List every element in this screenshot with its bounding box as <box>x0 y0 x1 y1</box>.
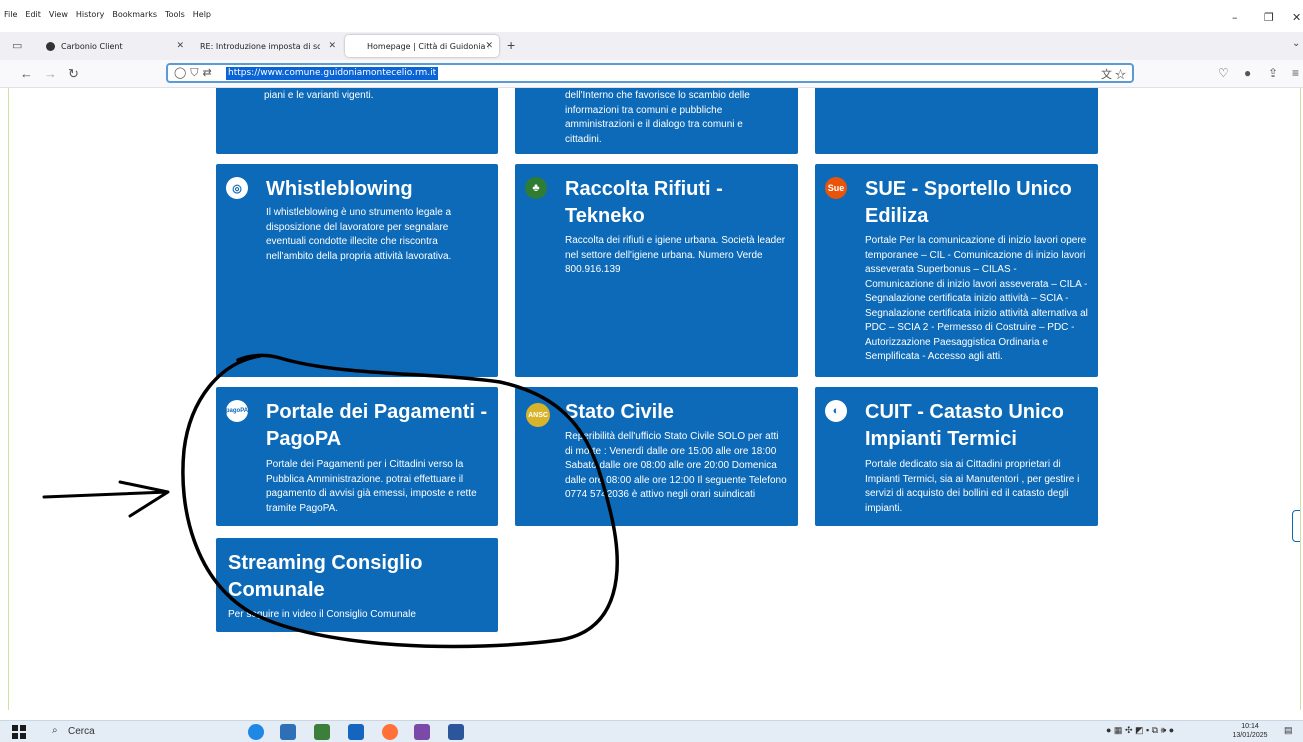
clock-time: 10:14 <box>1241 723 1259 730</box>
account-icon[interactable]: ● <box>1244 66 1251 80</box>
card-stato-civile[interactable]: ANSC Stato Civile Reperibilità dell'uffi… <box>515 387 798 526</box>
card-text: Portale dei Pagamenti per i Cittadini ve… <box>266 459 477 514</box>
cuit-icon: ◐ <box>825 400 847 422</box>
card-title: Portale dei Pagamenti - PagoPA <box>266 401 488 450</box>
tab-list-icon[interactable]: ▭ <box>12 39 22 52</box>
new-tab-icon[interactable]: + <box>507 37 515 53</box>
menu-help[interactable]: Help <box>193 10 211 19</box>
card-text: Raccolta dei rifiuti e igiene urbana. So… <box>565 235 786 275</box>
menu-tools[interactable]: Tools <box>165 10 185 19</box>
menu-view[interactable]: View <box>49 10 68 19</box>
card-text: Reperibilità dell'ufficio Stato Civile S… <box>565 431 787 500</box>
pagopa-logo-icon: pagoPA <box>226 400 248 422</box>
translate-bookmark-icons[interactable]: 文 ☆ <box>1101 66 1126 82</box>
restore-icon[interactable]: ❐ <box>1264 11 1274 24</box>
card-cuit[interactable]: ◐ CUIT - Catasto Unico Impianti Termici … <box>815 387 1098 526</box>
navigation-bar: ← → ↻ ◯⛉⇄ https://www.comune.guidoniamon… <box>0 60 1303 88</box>
card-sue[interactable]: Sue SUE - Sportello Unico Ediliza Portal… <box>815 164 1098 377</box>
tab-email[interactable]: RE: Introduzione imposta di soggior ✕ <box>192 35 342 57</box>
card-text: piani e le varianti vigenti. <box>264 90 374 101</box>
tab-strip: ▭ Carbonio Client ✕ RE: Introduzione imp… <box>0 32 1303 60</box>
edge-icon[interactable] <box>248 724 264 740</box>
notifications-icon[interactable]: ▤ <box>1284 725 1293 736</box>
app-icon[interactable] <box>414 724 430 740</box>
side-widget-tab[interactable] <box>1292 510 1300 542</box>
carbonio-favicon-icon <box>46 41 55 51</box>
card-title: Stato Civile <box>565 401 674 423</box>
windows-start-icon[interactable] <box>12 725 26 739</box>
app-menu-icon[interactable]: ≡ <box>1292 66 1299 80</box>
menu-bar: File Edit View History Bookmarks Tools H… <box>0 0 1303 32</box>
card-pagopa[interactable]: pagoPA Portale dei Pagamenti - PagoPA Po… <box>216 387 498 526</box>
tab-label: RE: Introduzione imposta di soggior <box>200 41 320 51</box>
card-text: Il whistleblowing è uno strumento legale… <box>266 207 452 262</box>
extensions-icon[interactable]: ⇪ <box>1268 66 1278 80</box>
tab-carbonio[interactable]: Carbonio Client ✕ <box>38 35 190 57</box>
menu-history[interactable]: History <box>76 10 104 19</box>
tab-homepage[interactable]: Homepage | Città di Guidonia M ✕ <box>345 35 499 57</box>
card-title: SUE - Sportello Unico Ediliza <box>865 178 1072 227</box>
taskbar: ⌕ Cerca ● ▦ ✣ ◩ ▪ ⧉ 🕪 ● 10:14 13/01/2025… <box>0 720 1303 742</box>
card-text: dell'Interno che favorisce lo scambio de… <box>565 90 750 145</box>
ansc-logo-icon: ANSC <box>526 403 550 427</box>
card-raccolta-rifiuti[interactable]: ♣ Raccolta Rifiuti - Tekneko Raccolta de… <box>515 164 798 377</box>
back-icon[interactable]: ← <box>20 66 33 81</box>
system-tray-icons[interactable]: ● ▦ ✣ ◩ ▪ ⧉ 🕪 ● <box>1106 725 1174 736</box>
menu-file[interactable]: File <box>4 10 17 19</box>
card-title: Whistleblowing <box>266 178 413 200</box>
card-text: Portale dedicato sia ai Cittadini propri… <box>865 459 1080 514</box>
whistleblowing-icon: ◎ <box>226 177 248 199</box>
shield-lock-icon: ◯⛉⇄ <box>174 67 216 79</box>
card-text: Per seguire in video il Consiglio Comuna… <box>228 609 416 620</box>
taskbar-clock[interactable]: 10:14 13/01/2025 <box>1230 722 1270 740</box>
search-icon: ⌕ <box>52 725 58 736</box>
card-whistleblowing[interactable]: ◎ Whistleblowing Il whistleblowing è uno… <box>216 164 498 377</box>
store-icon[interactable] <box>314 724 330 740</box>
card-top-left[interactable]: piani e le varianti vigenti. <box>216 88 498 154</box>
url-text[interactable]: https://www.comune.guidoniamontecelio.rm… <box>226 67 439 80</box>
tab-label: Homepage | Città di Guidonia M <box>367 41 489 51</box>
firefox-icon[interactable] <box>382 724 398 740</box>
close-icon[interactable]: ✕ <box>328 41 336 51</box>
menu-bookmarks[interactable]: Bookmarks <box>112 10 157 19</box>
outlook-icon[interactable] <box>348 724 364 740</box>
tree-icon: ♣ <box>525 177 547 199</box>
card-title: Streaming Consiglio Comunale <box>228 552 423 601</box>
close-window-icon[interactable]: ✕ <box>1292 11 1301 24</box>
card-streaming[interactable]: Streaming Consiglio Comunale Per seguire… <box>216 538 498 632</box>
card-top-middle[interactable]: dell'Interno che favorisce lo scambio de… <box>515 88 798 154</box>
reload-icon[interactable]: ↻ <box>68 66 79 82</box>
taskbar-search[interactable]: ⌕ Cerca <box>42 724 232 740</box>
tab-label: Carbonio Client <box>61 41 123 51</box>
address-bar[interactable]: ◯⛉⇄ https://www.comune.guidoniamonteceli… <box>166 63 1134 83</box>
card-text: Portale Per la comunicazione di inizio l… <box>865 235 1088 362</box>
tab-overflow-icon[interactable]: ⌄ <box>1292 38 1300 49</box>
close-icon[interactable]: ✕ <box>485 41 493 51</box>
word-icon[interactable] <box>448 724 464 740</box>
card-top-right[interactable] <box>815 88 1098 154</box>
card-title: CUIT - Catasto Unico Impianti Termici <box>865 401 1064 450</box>
card-title: Raccolta Rifiuti - Tekneko <box>565 178 723 227</box>
clock-date: 13/01/2025 <box>1232 732 1268 739</box>
file-explorer-icon[interactable] <box>280 724 296 740</box>
page-content: piani e le varianti vigenti. dell'Intern… <box>8 88 1301 710</box>
close-icon[interactable]: ✕ <box>176 41 184 51</box>
minimize-icon[interactable]: – <box>1232 11 1238 24</box>
search-label: Cerca <box>68 726 95 737</box>
menu-edit[interactable]: Edit <box>25 10 41 19</box>
forward-icon[interactable]: → <box>44 66 57 81</box>
pocket-icon[interactable]: ♡ <box>1218 66 1229 80</box>
sue-logo-icon: Sue <box>825 177 847 199</box>
